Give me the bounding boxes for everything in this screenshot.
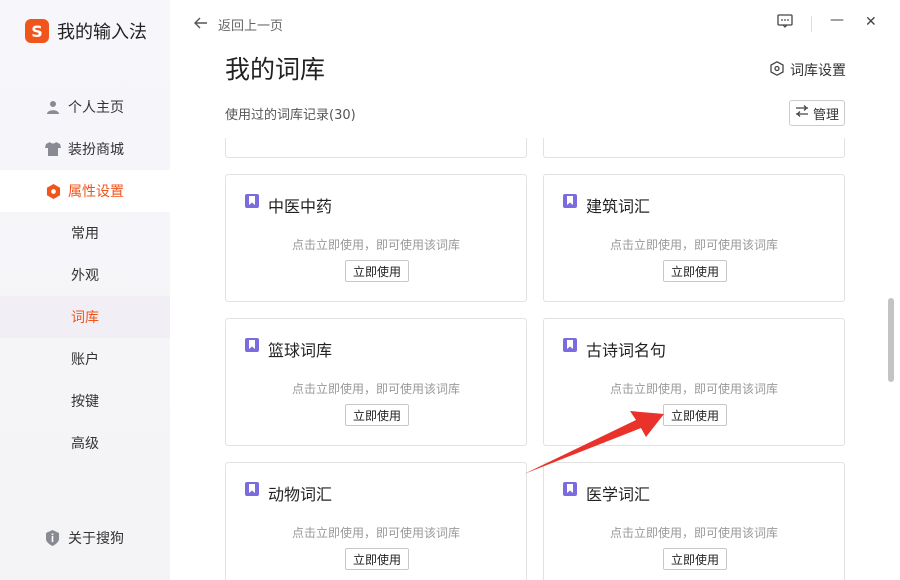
sidebar-sub-keys[interactable]: 按键 bbox=[0, 380, 170, 422]
back-label: 返回上一页 bbox=[218, 19, 284, 34]
lexicon-card: 动物词汇 点击立即使用，即可使用该词库 立即使用 bbox=[225, 462, 527, 580]
user-icon bbox=[45, 99, 61, 115]
sidebar-item-label: 装扮商城 bbox=[68, 142, 124, 158]
info-shield-icon bbox=[45, 530, 61, 546]
use-now-button[interactable]: 立即使用 bbox=[345, 260, 409, 282]
lexicon-card-title: 医学词汇 bbox=[586, 485, 651, 504]
use-now-button[interactable]: 立即使用 bbox=[345, 404, 409, 426]
manage-button[interactable]: 管理 bbox=[789, 100, 845, 126]
use-now-button[interactable]: 立即使用 bbox=[345, 548, 409, 570]
bookmark-icon bbox=[244, 481, 260, 497]
sidebar: S 我的输入法 个人主页 装扮商城 属性设置 常用 外观 词库 账户 按键 高级… bbox=[0, 0, 170, 580]
bookmark-icon bbox=[244, 337, 260, 353]
sidebar-sub-account[interactable]: 账户 bbox=[0, 338, 170, 380]
sidebar-item-about[interactable]: 关于搜狗 bbox=[0, 520, 170, 556]
sogou-logo-icon: S bbox=[25, 19, 49, 43]
lexicon-card-desc: 点击立即使用，即可使用该词库 bbox=[291, 382, 460, 396]
lexicon-settings-label: 词库设置 bbox=[790, 63, 846, 79]
close-button[interactable]: ✕ bbox=[865, 14, 877, 30]
sidebar-item-profile[interactable]: 个人主页 bbox=[0, 86, 170, 128]
lexicon-card: 建筑词汇 点击立即使用，即可使用该词库 立即使用 bbox=[543, 174, 845, 302]
lexicon-card-partial bbox=[225, 138, 527, 158]
use-now-button[interactable]: 立即使用 bbox=[663, 404, 727, 426]
lexicon-card-desc: 点击立即使用，即可使用该词库 bbox=[609, 382, 778, 396]
lexicon-card: 医学词汇 点击立即使用，即可使用该词库 立即使用 bbox=[543, 462, 845, 580]
lexicon-card-title: 古诗词名句 bbox=[586, 341, 667, 360]
sidebar-sub-advanced[interactable]: 高级 bbox=[0, 422, 170, 464]
lexicon-card: 篮球词库 点击立即使用，即可使用该词库 立即使用 bbox=[225, 318, 527, 446]
sidebar-item-settings[interactable]: 属性设置 bbox=[0, 170, 170, 212]
use-now-button[interactable]: 立即使用 bbox=[663, 548, 727, 570]
lexicon-card-desc: 点击立即使用，即可使用该词库 bbox=[291, 526, 460, 540]
bookmark-icon bbox=[244, 193, 260, 209]
page-title: 我的词库 bbox=[225, 55, 326, 84]
feedback-icon[interactable] bbox=[777, 14, 793, 32]
main-panel: 返回上一页 — ✕ 我的词库 词库设置 使用过的词库记录(30) 管理 中医中药… bbox=[170, 0, 900, 580]
lexicon-card-title: 建筑词汇 bbox=[586, 197, 651, 216]
app-logo: S 我的输入法 bbox=[25, 18, 147, 44]
hexagon-gear-icon bbox=[770, 60, 784, 80]
app-name: 我的输入法 bbox=[57, 22, 147, 43]
lexicon-card: 古诗词名句 点击立即使用，即可使用该词库 立即使用 bbox=[543, 318, 845, 446]
bookmark-icon bbox=[562, 337, 578, 353]
sidebar-sub-lexicon[interactable]: 词库 bbox=[0, 296, 170, 338]
lexicon-card-partial bbox=[543, 138, 845, 158]
lexicon-count: 使用过的词库记录(30) bbox=[225, 108, 356, 123]
shirt-icon bbox=[45, 141, 61, 157]
lexicon-settings-link[interactable]: 词库设置 bbox=[770, 60, 846, 80]
use-now-button[interactable]: 立即使用 bbox=[663, 260, 727, 282]
lexicon-card-desc: 点击立即使用，即可使用该词库 bbox=[609, 526, 778, 540]
lexicon-card-title: 中医中药 bbox=[268, 197, 333, 216]
lexicon-card-title: 动物词汇 bbox=[268, 485, 333, 504]
back-link[interactable]: 返回上一页 bbox=[194, 15, 283, 34]
sidebar-item-label: 个人主页 bbox=[68, 100, 124, 116]
lexicon-card-desc: 点击立即使用，即可使用该词库 bbox=[291, 238, 460, 252]
lexicon-card-title: 篮球词库 bbox=[268, 341, 333, 360]
minimize-button[interactable]: — bbox=[830, 12, 844, 28]
manage-label: 管理 bbox=[812, 107, 839, 123]
sliders-icon bbox=[795, 105, 809, 121]
vertical-scrollbar[interactable] bbox=[888, 298, 894, 382]
lexicon-card-desc: 点击立即使用，即可使用该词库 bbox=[609, 238, 778, 252]
sidebar-sub-appearance[interactable]: 外观 bbox=[0, 254, 170, 296]
bookmark-icon bbox=[562, 481, 578, 497]
arrow-left-icon bbox=[194, 17, 208, 33]
about-label: 关于搜狗 bbox=[68, 531, 124, 547]
hexagon-settings-icon bbox=[45, 183, 61, 199]
sidebar-item-shop[interactable]: 装扮商城 bbox=[0, 128, 170, 170]
title-bar-divider bbox=[811, 16, 812, 32]
lexicon-list[interactable]: 中医中药 点击立即使用，即可使用该词库 立即使用 建筑词汇 点击立即使用，即可使… bbox=[170, 138, 885, 580]
sidebar-item-label: 属性设置 bbox=[68, 184, 124, 200]
lexicon-card: 中医中药 点击立即使用，即可使用该词库 立即使用 bbox=[225, 174, 527, 302]
bookmark-icon bbox=[562, 193, 578, 209]
sidebar-sub-common[interactable]: 常用 bbox=[0, 212, 170, 254]
